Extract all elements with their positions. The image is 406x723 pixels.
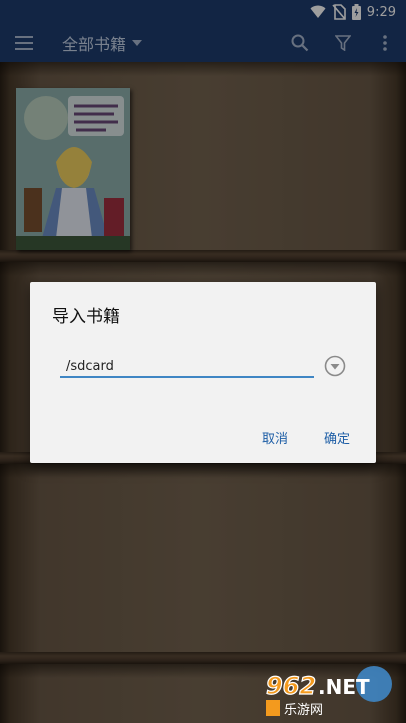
watermark-logo-icon: 962 .NET 乐游网 bbox=[265, 666, 392, 718]
cancel-button[interactable]: 取消 bbox=[262, 428, 288, 447]
path-dropdown-button[interactable] bbox=[323, 354, 347, 378]
site-watermark-logo: 962 .NET 乐游网 bbox=[262, 664, 402, 720]
path-input[interactable] bbox=[60, 356, 314, 378]
app-screen: 9:29 全部书籍 导入书籍 /sdcard 取消 确定 962 .NET 乐游… bbox=[0, 0, 406, 723]
import-books-dialog: 导入书籍 取消 确定 bbox=[30, 282, 376, 463]
svg-text:.NET: .NET bbox=[318, 675, 370, 699]
svg-text:乐游网: 乐游网 bbox=[284, 703, 323, 718]
svg-text:962: 962 bbox=[266, 672, 316, 700]
confirm-button[interactable]: 确定 bbox=[324, 428, 350, 447]
dialog-title: 导入书籍 bbox=[52, 307, 120, 327]
chevron-down-circle-icon bbox=[324, 355, 346, 377]
